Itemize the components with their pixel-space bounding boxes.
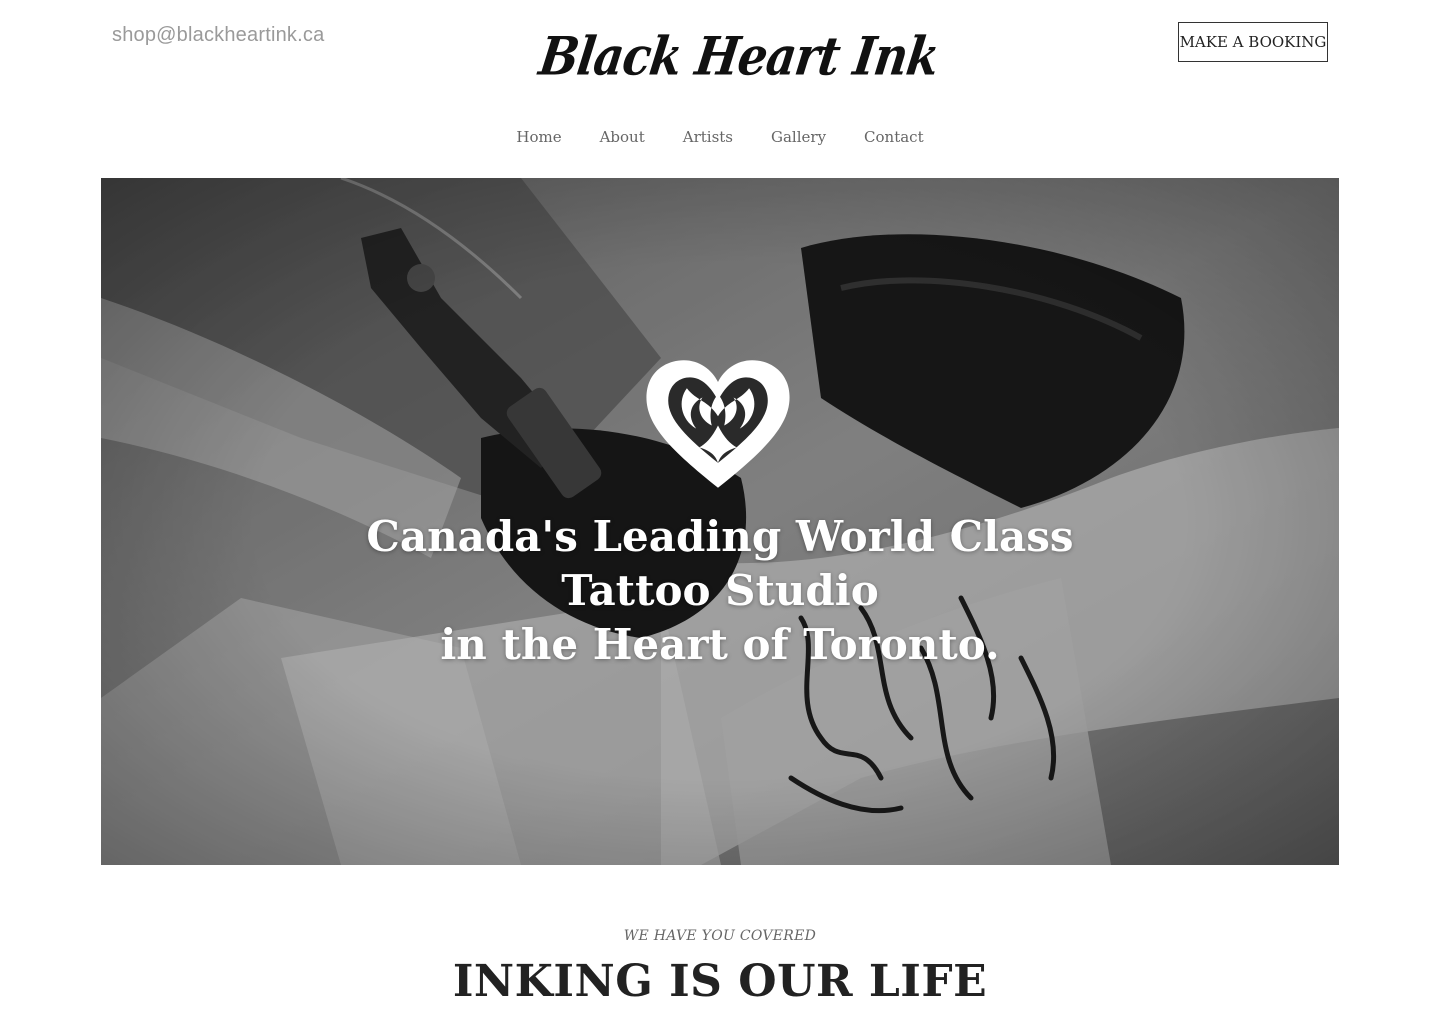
nav-item-contact[interactable]: Contact	[864, 128, 924, 146]
nav-item-about[interactable]: About	[600, 128, 645, 146]
main-nav: Home About Artists Gallery Contact	[0, 128, 1440, 146]
hero-headline-line-2: Tattoo Studio	[561, 566, 879, 615]
section-title: INKING IS OUR LIFE	[452, 956, 988, 1007]
hero-headline-line-1: Canada's Leading World Class	[366, 512, 1074, 561]
hero-banner: Canada's Leading World Class Tattoo Stud…	[101, 178, 1339, 865]
nav-item-gallery[interactable]: Gallery	[771, 128, 826, 146]
email-link[interactable]: shop@blackheartink.ca	[112, 24, 324, 47]
make-booking-button[interactable]: MAKE A BOOKING	[1178, 22, 1328, 62]
hero-headline: Canada's Leading World Class Tattoo Stud…	[101, 510, 1339, 672]
site-header: shop@blackheartink.ca Black Heart Ink MA…	[0, 0, 1440, 178]
intro-section: WE HAVE YOU COVERED INKING IS OUR LIFE	[0, 928, 1440, 1007]
site-logo[interactable]: Black Heart Ink	[536, 14, 943, 98]
logo-wordmark: Black Heart Ink	[535, 24, 943, 88]
nav-item-home[interactable]: Home	[516, 128, 561, 146]
nav-item-artists[interactable]: Artists	[683, 128, 733, 146]
hero-heart-emblem-icon	[646, 360, 790, 488]
section-eyebrow: WE HAVE YOU COVERED	[623, 928, 817, 944]
hero-headline-line-3: in the Heart of Toronto.	[440, 620, 1000, 669]
